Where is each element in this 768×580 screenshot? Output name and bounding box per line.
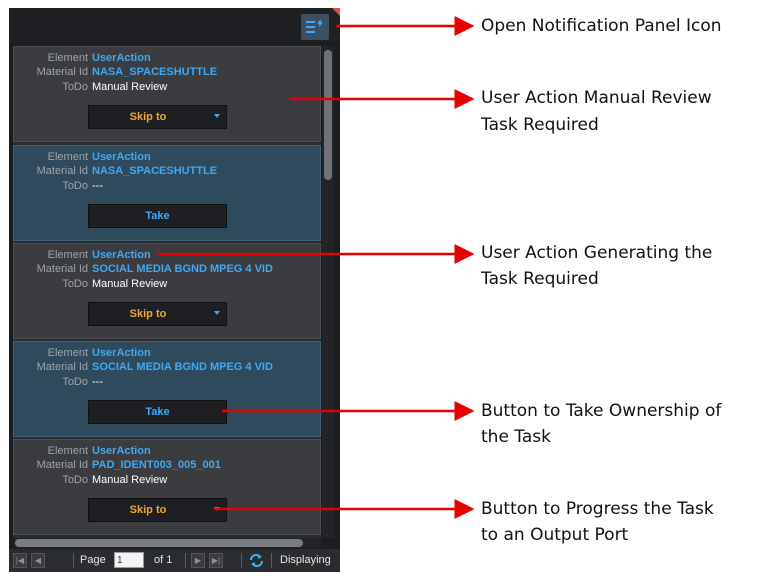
annotation-generating-line2: Task Required [481,269,599,289]
annotation-take-line1: Button to Take Ownership of [481,401,722,421]
annotation-progress-line2: to an Output Port [481,525,629,545]
annotation-notify-panel: Open Notification Panel Icon [481,16,722,36]
annotation-manual-review-line1: User Action Manual Review [481,88,712,108]
annotation-progress-line1: Button to Progress the Task [481,499,714,519]
annotation-take-line2: the Task [481,427,551,447]
annotation-manual-review-line2: Task Required [481,115,599,135]
annotation-generating-line1: User Action Generating the [481,243,713,263]
